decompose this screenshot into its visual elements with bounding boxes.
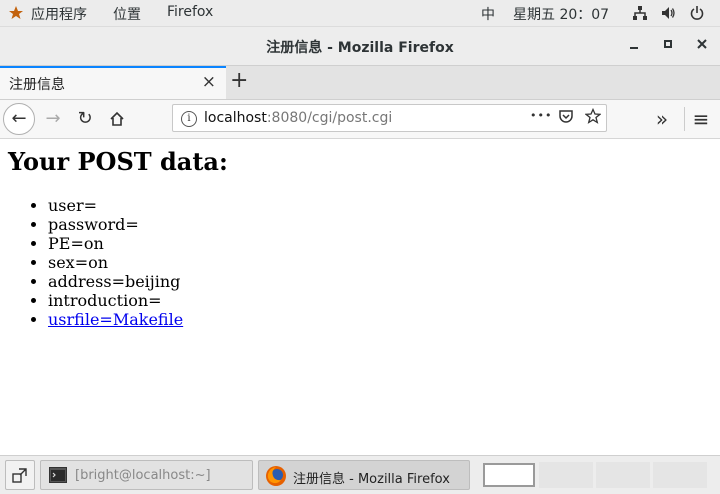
places-menu[interactable]: 位置 — [113, 4, 141, 24]
nav-toolbar: ← → ↻ i localhost:8080/cgi/post.cgi ••• … — [0, 100, 720, 139]
back-button[interactable]: ← — [3, 103, 35, 135]
input-method-indicator[interactable]: 中 — [481, 4, 495, 24]
home-button[interactable] — [102, 104, 132, 134]
power-icon[interactable] — [689, 5, 705, 25]
page-actions-icon[interactable]: ••• — [530, 109, 552, 122]
back-arrow-icon: ← — [11, 108, 27, 129]
reload-button[interactable]: ↻ — [70, 104, 100, 134]
new-tab-button[interactable]: + — [230, 68, 248, 93]
forward-button[interactable]: → — [38, 104, 68, 134]
app-menu-icon[interactable] — [8, 5, 24, 25]
list-item: usrfile=Makefile — [48, 310, 183, 329]
list-item: introduction= — [48, 291, 183, 310]
minimize-button[interactable] — [625, 37, 643, 55]
overflow-chevron-icon[interactable]: » — [647, 104, 677, 134]
clock[interactable]: 星期五 20：07 — [513, 4, 609, 24]
workspace-3[interactable] — [596, 462, 650, 488]
site-info-icon[interactable]: i — [181, 111, 197, 127]
hamburger-menu-icon[interactable]: ≡ — [686, 104, 716, 134]
terminal-icon — [49, 467, 67, 487]
taskbar: [bright@localhost:~] 注册信息 - Mozilla Fire… — [0, 455, 720, 494]
list-item: user= — [48, 196, 183, 215]
network-icon[interactable] — [632, 5, 648, 25]
page-heading: Your POST data: — [8, 147, 228, 176]
post-data-list: user= password= PE=on sex=on address=bei… — [8, 196, 183, 329]
applications-menu[interactable]: 应用程序 — [31, 4, 87, 24]
page-content: Your POST data: user= password= PE=on se… — [0, 139, 720, 454]
close-window-button[interactable] — [693, 37, 711, 55]
usrfile-link[interactable]: usrfile=Makefile — [48, 310, 183, 329]
taskbar-terminal[interactable]: [bright@localhost:~] — [40, 460, 253, 490]
toolbar-separator — [684, 107, 685, 131]
workspace-2[interactable] — [539, 462, 593, 488]
forward-arrow-icon: → — [45, 108, 61, 129]
tab-active[interactable]: 注册信息 × — [0, 66, 226, 99]
top-panel: 应用程序 位置 Firefox 中 星期五 20：07 — [0, 0, 720, 27]
home-icon — [109, 108, 125, 129]
show-desktop-button[interactable] — [5, 460, 35, 490]
window-title: 注册信息 - Mozilla Firefox — [266, 40, 454, 56]
tab-close-icon[interactable]: × — [202, 72, 216, 92]
bookmark-star-icon[interactable] — [584, 107, 602, 128]
firefox-icon — [265, 465, 287, 491]
list-item: sex=on — [48, 253, 183, 272]
pocket-icon[interactable] — [558, 108, 574, 128]
workspace-4[interactable] — [653, 462, 707, 488]
list-item: password= — [48, 215, 183, 234]
url-bar[interactable]: i localhost:8080/cgi/post.cgi ••• — [172, 104, 607, 132]
firefox-task-label: 注册信息 - Mozilla Firefox — [293, 472, 450, 487]
terminal-task-label: [bright@localhost:~] — [75, 468, 211, 483]
workspace-1[interactable] — [483, 463, 535, 487]
show-desktop-icon — [12, 467, 28, 487]
tab-strip: 注册信息 × + — [0, 66, 720, 100]
volume-icon[interactable] — [660, 5, 676, 25]
url-text[interactable]: localhost:8080/cgi/post.cgi — [204, 110, 392, 126]
maximize-button[interactable] — [659, 37, 677, 55]
reload-icon: ↻ — [77, 108, 93, 129]
list-item: address=beijing — [48, 272, 183, 291]
list-item: PE=on — [48, 234, 183, 253]
active-app-menu[interactable]: Firefox — [167, 4, 213, 20]
tab-title: 注册信息 — [9, 77, 65, 93]
taskbar-firefox[interactable]: 注册信息 - Mozilla Firefox — [258, 460, 470, 490]
window-titlebar[interactable]: 注册信息 - Mozilla Firefox — [0, 27, 720, 66]
